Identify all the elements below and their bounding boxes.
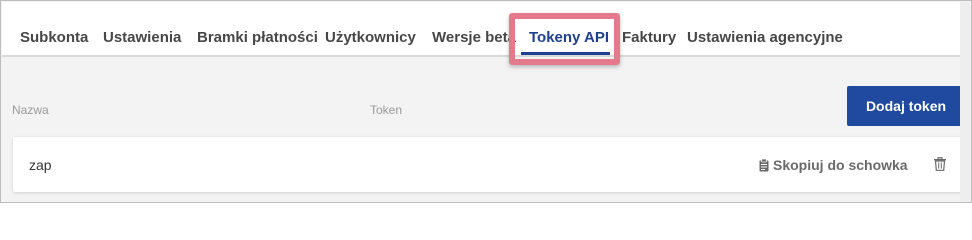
tab-wersje-beta[interactable]: Wersje beta	[432, 29, 516, 46]
vertical-scrollbar[interactable]	[960, 2, 970, 202]
add-token-button[interactable]: Dodaj token	[847, 86, 965, 126]
token-name: zap	[29, 157, 52, 173]
window-frame: Subkonta Ustawienia Bramki płatności Uży…	[0, 0, 972, 203]
tab-ustawienia-agencyjne[interactable]: Ustawienia agencyjne	[687, 29, 843, 46]
column-header-name: Nazwa	[12, 103, 49, 117]
clipboard-icon	[759, 158, 769, 171]
tab-bar: Subkonta Ustawienia Bramki płatności Uży…	[2, 2, 962, 57]
copy-to-clipboard-button[interactable]: Skopiuj do schowka	[759, 157, 908, 173]
active-tab-indicator	[521, 52, 610, 55]
delete-token-button[interactable]	[934, 156, 946, 171]
tab-ustawienia[interactable]: Ustawienia	[103, 29, 181, 46]
tab-bramki-platnosci[interactable]: Bramki płatności	[197, 29, 318, 46]
tab-subkonta[interactable]: Subkonta	[20, 29, 88, 46]
tab-faktury[interactable]: Faktury	[622, 29, 676, 46]
copy-label: Skopiuj do schowka	[773, 157, 908, 173]
tab-tokeny-api[interactable]: Tokeny API	[529, 29, 609, 46]
token-row: zap Skopiuj do schowka	[13, 137, 965, 192]
column-header-token: Token	[370, 103, 403, 117]
tab-uzytkownicy[interactable]: Użytkownicy	[325, 29, 416, 46]
trash-icon	[934, 156, 946, 171]
